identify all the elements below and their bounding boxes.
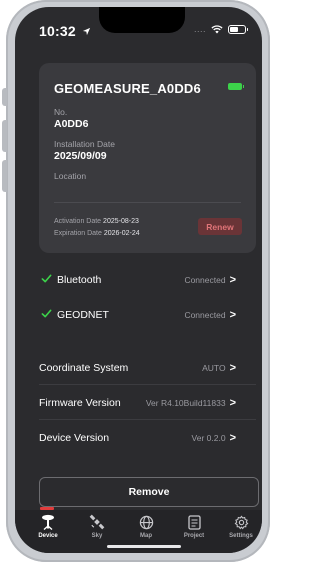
tab-project[interactable]: Project xyxy=(172,514,216,539)
expiration-date: Expiration Date 2026-02-24 xyxy=(54,230,140,237)
project-icon xyxy=(186,514,202,530)
gear-icon xyxy=(233,514,249,530)
expiration-date-label: Expiration Date xyxy=(54,230,102,237)
installation-date-value: 2025/09/09 xyxy=(54,150,107,162)
activation-date: Activation Date 2025-08-23 xyxy=(54,218,139,225)
installation-date-label: Installation Date xyxy=(54,139,115,149)
geodnet-status-text: Connected xyxy=(184,310,226,320)
globe-icon xyxy=(138,514,154,530)
bluetooth-label: Bluetooth xyxy=(57,274,102,286)
firmware-version-label: Firmware Version xyxy=(39,397,121,409)
chevron-right-icon: > xyxy=(229,397,236,409)
volume-up-button xyxy=(2,120,7,152)
expiration-date-value: 2026-02-24 xyxy=(103,230,140,237)
device-name: GEOMEASURE_A0DD6 xyxy=(54,81,201,96)
side-button xyxy=(2,88,7,106)
device-no-label: No. xyxy=(54,107,68,117)
row-divider xyxy=(39,384,256,385)
geodnet-status: Connected > xyxy=(184,309,236,321)
tab-project-label: Project xyxy=(183,533,205,539)
volume-down-button xyxy=(2,160,7,192)
coordinate-system-label: Coordinate System xyxy=(39,362,129,374)
tab-settings-label: Settings xyxy=(229,533,253,539)
signal-icon: .... xyxy=(193,24,206,34)
bluetooth-status: Connected > xyxy=(184,274,236,286)
status-time-text: 10:32 xyxy=(39,23,76,39)
status-time: 10:32 xyxy=(39,23,91,39)
chevron-right-icon: > xyxy=(229,362,236,374)
bluetooth-row[interactable]: Bluetooth Connected > xyxy=(15,264,262,296)
location-label: Location xyxy=(54,171,87,181)
wifi-icon xyxy=(211,24,223,33)
activation-date-value: 2025-08-23 xyxy=(103,218,139,225)
device-battery-icon xyxy=(228,83,244,90)
coordinate-system-row[interactable]: Coordinate System AUTO > xyxy=(15,352,262,384)
firmware-version-row[interactable]: Firmware Version Ver R4.10Build11833 > xyxy=(15,387,262,419)
check-icon xyxy=(41,309,52,318)
device-version-value: Ver 0.2.0 > xyxy=(192,432,236,444)
firmware-version-value-text: Ver R4.10Build11833 xyxy=(145,398,226,408)
geodnet-label: GEODNET xyxy=(57,309,109,321)
tab-device[interactable]: Device xyxy=(26,514,70,539)
tab-device-label: Device xyxy=(38,533,58,539)
notch xyxy=(99,7,185,33)
tab-settings[interactable]: Settings xyxy=(219,514,262,539)
location-arrow-icon xyxy=(82,27,91,36)
renew-button[interactable]: Renew xyxy=(198,218,242,235)
tab-map[interactable]: Map xyxy=(124,514,168,539)
device-icon xyxy=(40,514,56,530)
device-version-value-text: Ver 0.2.0 xyxy=(191,433,226,443)
tab-map-label: Map xyxy=(140,533,152,539)
activation-date-label: Activation Date xyxy=(54,218,102,225)
device-version-row[interactable]: Device Version Ver 0.2.0 > xyxy=(15,422,262,454)
tab-sky[interactable]: Sky xyxy=(75,514,119,539)
device-version-label: Device Version xyxy=(39,432,110,444)
device-card: GEOMEASURE_A0DD6 No. A0DD6 Installation … xyxy=(39,63,256,253)
coordinate-system-value: AUTO > xyxy=(202,362,236,374)
battery-icon xyxy=(228,24,248,34)
status-icons: .... xyxy=(193,24,248,34)
chevron-right-icon: > xyxy=(229,309,236,321)
card-divider xyxy=(54,202,241,203)
satellite-icon xyxy=(89,514,105,530)
firmware-version-value: Ver R4.10Build11833 > xyxy=(146,397,236,409)
geodnet-row[interactable]: GEODNET Connected > xyxy=(15,299,262,331)
check-icon xyxy=(41,274,52,283)
remove-button[interactable]: Remove xyxy=(39,477,259,507)
coordinate-system-value-text: AUTO xyxy=(202,363,226,373)
tab-sky-label: Sky xyxy=(91,533,103,539)
home-indicator xyxy=(107,545,181,548)
bluetooth-status-text: Connected xyxy=(184,275,226,285)
device-no-value: A0DD6 xyxy=(54,118,89,130)
chevron-right-icon: > xyxy=(229,274,236,286)
app-screen: 10:32 .... GEOMEASURE_A0DD6 No. A0DD6 In… xyxy=(15,7,262,553)
chevron-right-icon: > xyxy=(229,432,236,444)
row-divider xyxy=(39,419,256,420)
